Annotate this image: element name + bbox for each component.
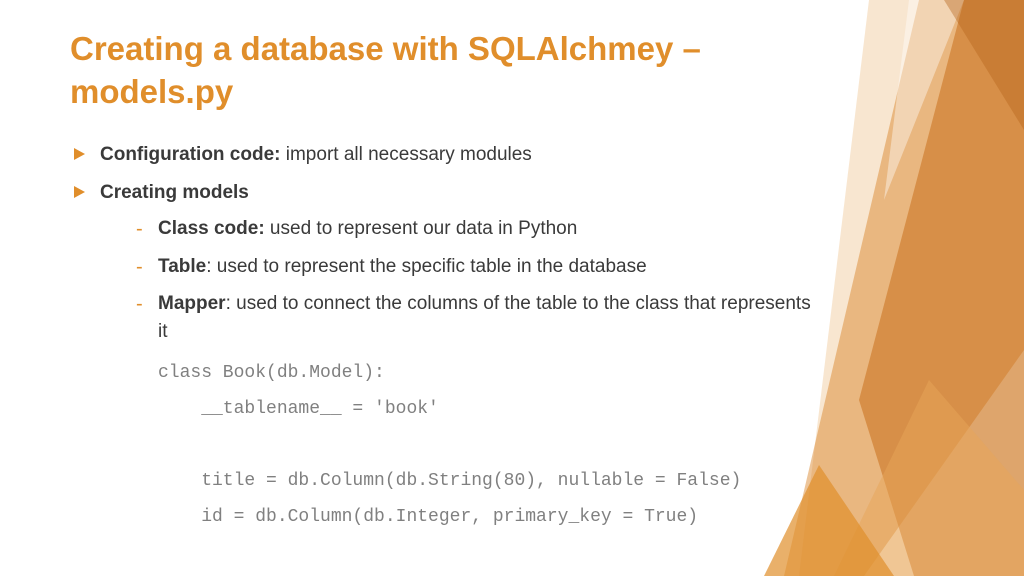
sub-bullet-rest: : used to represent the specific table i… (206, 256, 646, 277)
sub-bullet-bold: Class code: (158, 218, 265, 239)
sub-bullet-bold: Mapper (158, 293, 226, 314)
main-bullet-list: Configuration code: import all necessary… (70, 142, 824, 535)
sub-bullet-rest: : used to connect the columns of the tab… (158, 293, 811, 342)
sub-bullet-item: Mapper: used to connect the columns of t… (136, 290, 824, 345)
code-block: class Book(db.Model): __tablename__ = 'b… (100, 355, 824, 535)
bullet-item: Creating models Class code: used to repr… (74, 180, 824, 535)
bullet-item: Configuration code: import all necessary… (74, 142, 824, 169)
bullet-rest: import all necessary modules (280, 144, 531, 165)
sub-bullet-rest: used to represent our data in Python (265, 218, 578, 239)
slide-title: Creating a database with SQLAlchmey – mo… (70, 28, 824, 114)
sub-bullet-list: Class code: used to represent our data i… (100, 215, 824, 345)
bullet-bold: Creating models (100, 182, 249, 203)
sub-bullet-item: Table: used to represent the specific ta… (136, 253, 824, 281)
bullet-bold: Configuration code: (100, 144, 280, 165)
sub-bullet-item: Class code: used to represent our data i… (136, 215, 824, 243)
sub-bullet-bold: Table (158, 256, 206, 277)
